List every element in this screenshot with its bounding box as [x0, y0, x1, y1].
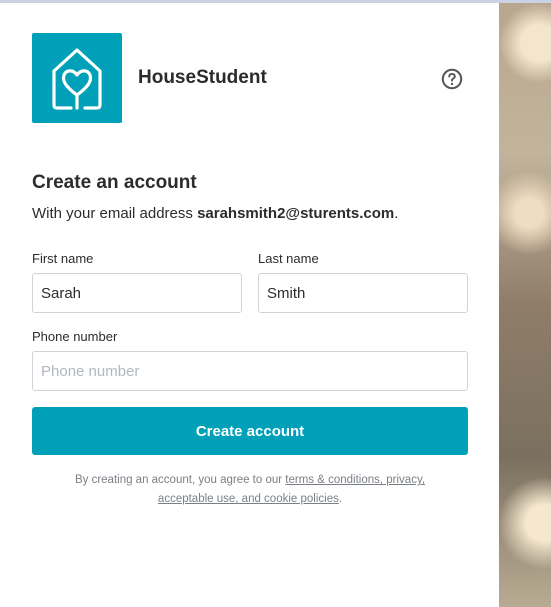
page-title: Create an account: [32, 172, 197, 193]
help-button[interactable]: [441, 68, 463, 90]
brand-logo: [32, 33, 122, 123]
policies-link[interactable]: acceptable use, and cookie policies: [158, 493, 339, 505]
first-name-label: First name: [32, 251, 94, 266]
email-address: sarahsmith2@sturents.com: [197, 205, 395, 222]
terms-prefix: By creating an account, you agree to our: [74, 474, 286, 486]
terms-notice: By creating an account, you agree to our…: [32, 471, 468, 509]
last-name-label: Last name: [258, 251, 319, 266]
page-subtitle: With your email address sarahsmith2@stur…: [32, 205, 398, 222]
background-photo: [499, 3, 551, 607]
terms-suffix: .: [338, 493, 343, 505]
terms-link[interactable]: terms & conditions, privacy,: [285, 474, 425, 486]
phone-number-label: Phone number: [32, 329, 118, 344]
house-heart-icon: [52, 48, 102, 110]
brand-name: HouseStudent: [138, 67, 267, 88]
question-circle-icon: [441, 68, 463, 90]
subtitle-suffix: .: [394, 205, 399, 222]
create-account-button[interactable]: Create account: [32, 407, 468, 455]
last-name-field[interactable]: [258, 273, 468, 313]
phone-number-field[interactable]: [32, 351, 468, 391]
first-name-field[interactable]: [32, 273, 242, 313]
subtitle-prefix: With your email address: [32, 205, 198, 222]
